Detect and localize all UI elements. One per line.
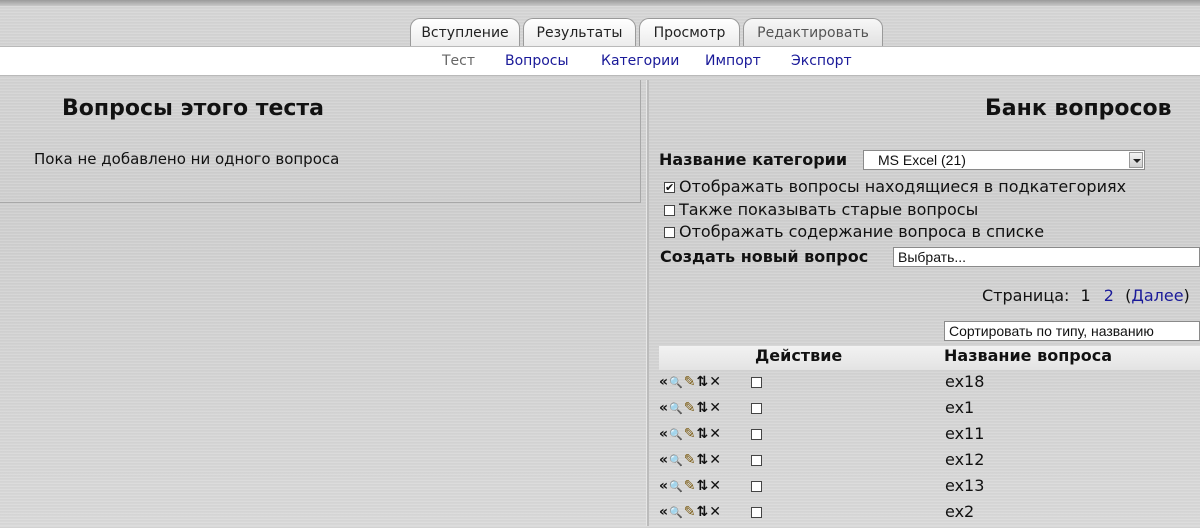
table-row: «🔍✎⇅✕ ex18: [659, 372, 1200, 398]
move-icon[interactable]: ⇅: [696, 478, 708, 494]
column-question-name: Название вопроса: [944, 346, 1112, 365]
row-actions: «🔍✎⇅✕: [659, 400, 722, 416]
row-select-checkbox[interactable]: [751, 377, 762, 388]
question-bank-title: Банк вопросов: [985, 96, 1172, 121]
question-name: ex2: [945, 502, 975, 521]
create-question-select[interactable]: Выбрать...: [893, 247, 1200, 267]
subtab-quiz: Тест: [442, 53, 476, 69]
delete-icon[interactable]: ✕: [709, 400, 721, 416]
edit-icon[interactable]: ✎: [684, 452, 696, 468]
create-question-label: Создать новый вопрос: [660, 247, 869, 266]
question-name: ex11: [945, 424, 985, 443]
tab-edit[interactable]: Редактировать: [743, 18, 883, 46]
row-actions: «🔍✎⇅✕: [659, 374, 722, 390]
row-actions: «🔍✎⇅✕: [659, 478, 722, 494]
row-select-checkbox[interactable]: [751, 403, 762, 414]
move-icon[interactable]: ⇅: [696, 374, 708, 390]
page-current: 1: [1080, 286, 1091, 305]
sub-tabs: Тест Вопросы Категории Импорт Экспорт: [0, 46, 1200, 76]
move-icon[interactable]: ⇅: [696, 504, 708, 520]
tab-intro[interactable]: Вступление: [410, 18, 520, 46]
row-actions: «🔍✎⇅✕: [659, 452, 722, 468]
category-label: Название категории: [659, 150, 848, 169]
subtab-questions[interactable]: Вопросы: [505, 53, 569, 69]
quiz-questions-title: Вопросы этого теста: [62, 96, 325, 121]
table-row: «🔍✎⇅✕ ex13: [659, 476, 1200, 502]
chevron-down-icon[interactable]: [1129, 152, 1143, 168]
question-name: ex13: [945, 476, 985, 495]
row-select-checkbox[interactable]: [751, 481, 762, 492]
show-old-questions-checkbox[interactable]: Также показывать старые вопросы: [664, 200, 978, 219]
checkbox-icon[interactable]: [664, 227, 675, 238]
delete-icon[interactable]: ✕: [709, 374, 721, 390]
table-row: «🔍✎⇅✕ ex2: [659, 502, 1200, 528]
panel-divider: [646, 80, 649, 526]
row-select-checkbox[interactable]: [751, 507, 762, 518]
show-subcategories-checkbox[interactable]: ✔ Отображать вопросы находящиеся в подкат…: [664, 177, 1126, 196]
table-header: [659, 346, 1200, 370]
page-label: Страница:: [982, 286, 1070, 305]
subtab-categories[interactable]: Категории: [601, 53, 679, 69]
subtab-import[interactable]: Импорт: [705, 53, 761, 69]
show-subcategories-label: Отображать вопросы находящиеся в подкате…: [679, 177, 1127, 196]
edit-icon[interactable]: ✎: [684, 426, 696, 442]
move-icon[interactable]: ⇅: [696, 426, 708, 442]
edit-icon[interactable]: ✎: [684, 504, 696, 520]
delete-icon[interactable]: ✕: [709, 478, 721, 494]
add-to-quiz-icon[interactable]: «: [659, 400, 668, 416]
create-question-value: Выбрать...: [898, 249, 967, 265]
show-question-text-checkbox[interactable]: Отображать содержание вопроса в списке: [664, 222, 1044, 241]
show-old-questions-label: Также показывать старые вопросы: [679, 200, 979, 219]
table-row: «🔍✎⇅✕ ex12: [659, 450, 1200, 476]
quiz-questions-panel: Вопросы этого теста Пока не добавлено ни…: [0, 80, 641, 203]
table-row: «🔍✎⇅✕ ex1: [659, 398, 1200, 424]
move-icon[interactable]: ⇅: [696, 400, 708, 416]
row-actions: «🔍✎⇅✕: [659, 426, 722, 442]
category-select-value: MS Excel (21): [878, 152, 966, 168]
category-select[interactable]: MS Excel (21): [863, 150, 1145, 170]
preview-icon[interactable]: 🔍: [669, 376, 683, 389]
preview-icon[interactable]: 🔍: [669, 428, 683, 441]
checkbox-checked-icon[interactable]: ✔: [664, 182, 675, 193]
empty-message: Пока не добавлено ни одного вопроса: [34, 150, 340, 168]
sort-select-value: Сортировать по типу, названию: [949, 323, 1154, 339]
top-border: [0, 0, 1200, 6]
column-action: Действие: [755, 346, 843, 365]
edit-icon[interactable]: ✎: [684, 400, 696, 416]
row-select-checkbox[interactable]: [751, 455, 762, 466]
add-to-quiz-icon[interactable]: «: [659, 452, 668, 468]
pagination: Страница: 1 2 (Далее): [982, 286, 1190, 305]
delete-icon[interactable]: ✕: [709, 426, 721, 442]
move-icon[interactable]: ⇅: [696, 452, 708, 468]
page-2-link[interactable]: 2: [1104, 286, 1114, 305]
preview-icon[interactable]: 🔍: [669, 506, 683, 519]
show-question-text-label: Отображать содержание вопроса в списке: [679, 222, 1045, 241]
sort-select[interactable]: Сортировать по типу, названию: [944, 321, 1200, 341]
table-row: «🔍✎⇅✕ ex11: [659, 424, 1200, 450]
row-select-checkbox[interactable]: [751, 429, 762, 440]
edit-icon[interactable]: ✎: [684, 374, 696, 390]
delete-icon[interactable]: ✕: [709, 452, 721, 468]
question-name: ex1: [945, 398, 975, 417]
next-wrapper: (Далее): [1125, 286, 1190, 305]
tab-preview[interactable]: Просмотр: [639, 18, 740, 46]
delete-icon[interactable]: ✕: [709, 504, 721, 520]
add-to-quiz-icon[interactable]: «: [659, 504, 668, 520]
subtab-export[interactable]: Экспорт: [791, 53, 852, 69]
add-to-quiz-icon[interactable]: «: [659, 374, 668, 390]
tab-results[interactable]: Результаты: [523, 18, 636, 46]
edit-icon[interactable]: ✎: [684, 478, 696, 494]
question-name: ex18: [945, 372, 985, 391]
preview-icon[interactable]: 🔍: [669, 402, 683, 415]
main-tabs: Вступление Результаты Просмотр Редактиро…: [0, 18, 1200, 46]
row-actions: «🔍✎⇅✕: [659, 504, 722, 520]
add-to-quiz-icon[interactable]: «: [659, 426, 668, 442]
add-to-quiz-icon[interactable]: «: [659, 478, 668, 494]
question-name: ex12: [945, 450, 985, 469]
checkbox-icon[interactable]: [664, 205, 675, 216]
preview-icon[interactable]: 🔍: [669, 454, 683, 467]
next-page-link[interactable]: Далее: [1131, 286, 1183, 305]
preview-icon[interactable]: 🔍: [669, 480, 683, 493]
